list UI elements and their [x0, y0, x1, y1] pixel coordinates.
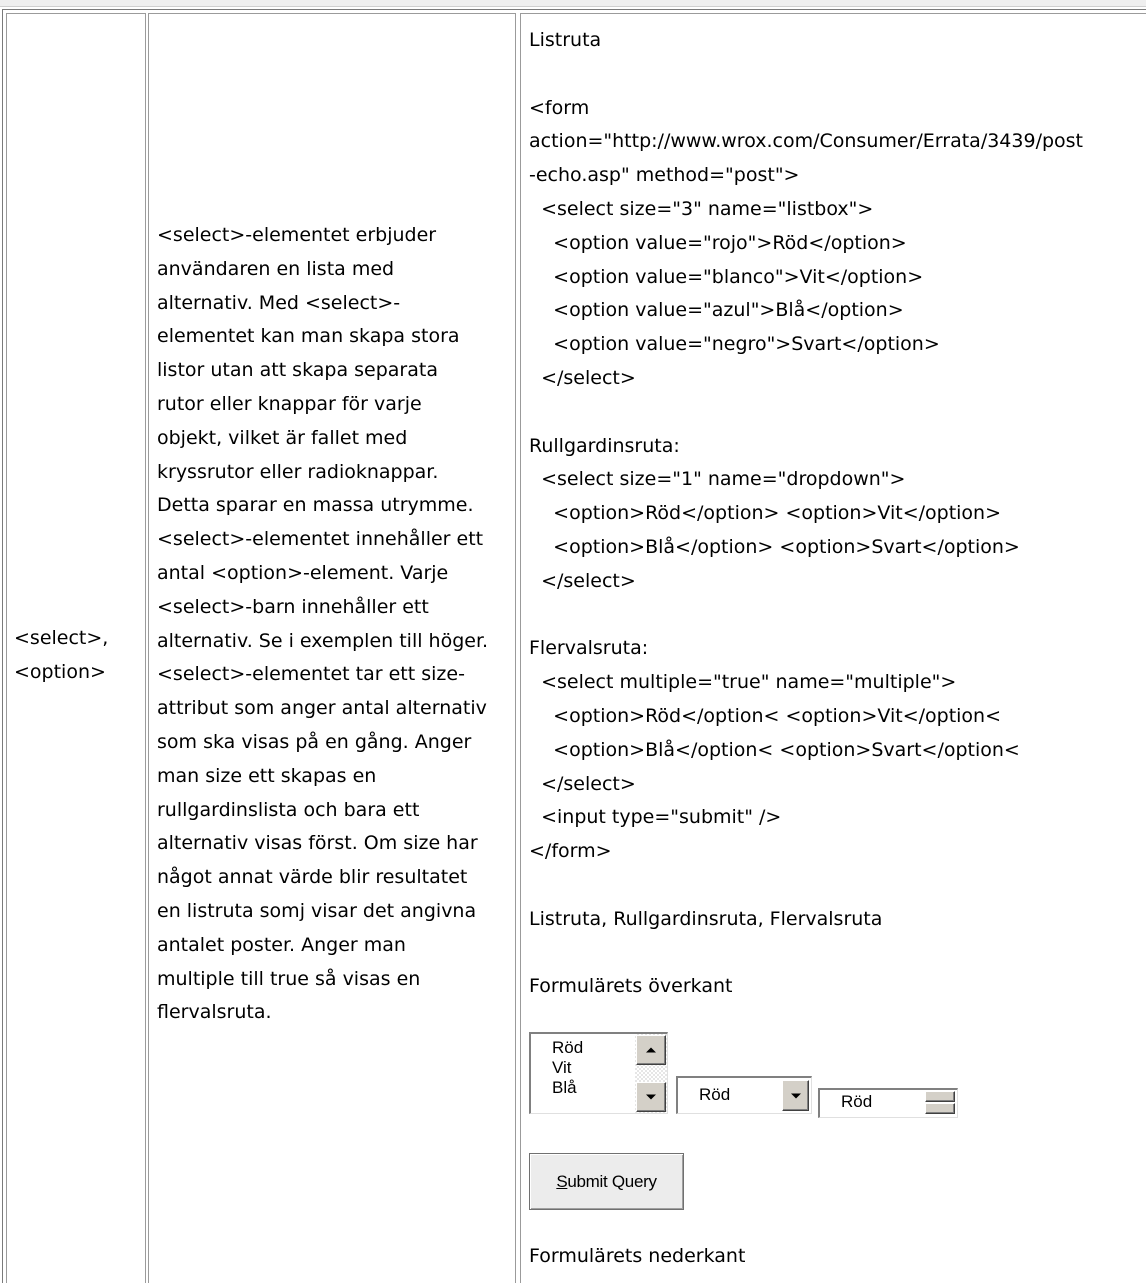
example-line: </select> [529, 367, 636, 389]
scroll-down-button[interactable] [636, 1082, 666, 1112]
example-line: <option>Röd</option< <option>Vit</option… [529, 705, 1002, 727]
example-line: <option value="azul">Blå</option> [529, 299, 904, 322]
example-line: Flervalsruta: [529, 637, 649, 660]
scroll-up-button[interactable] [636, 1035, 666, 1065]
listbox-option[interactable]: Blå [552, 1078, 577, 1098]
example-line: <form [529, 96, 590, 119]
dropdown-select[interactable]: Röd [676, 1076, 812, 1114]
example-line: <option value="negro">Svart</option> [529, 333, 940, 356]
form-bottom-label: Formulärets nederkant [529, 1245, 746, 1267]
example-line: action="http://www.wrox.com/Consumer/Err… [529, 130, 1084, 153]
example-line: </select> [529, 569, 636, 592]
example-line: <select size="3" name="listbox"> [529, 198, 874, 220]
dropdown-value: Röd [699, 1085, 731, 1104]
dropdown-button[interactable] [782, 1080, 809, 1111]
listbox-option[interactable]: Röd [552, 1038, 583, 1058]
multiple-value: Röd [841, 1092, 873, 1111]
chevron-down-icon [790, 1093, 801, 1098]
submit-access-key: S [556, 1171, 568, 1191]
arrow-down-icon [646, 1094, 656, 1100]
example-line: </select> [529, 772, 636, 795]
spin-down-button[interactable] [925, 1103, 955, 1114]
example-line: <option>Blå</option< <option>Svart</opti… [529, 738, 1020, 761]
example-line: <option>Blå</option> <option>Svart</opti… [529, 536, 1020, 558]
example-line: Formulärets överkant [529, 975, 733, 998]
listbox-option[interactable]: Vit [552, 1058, 572, 1078]
example-line: <select multiple="true" name="multiple"> [529, 671, 957, 694]
example-line: <input type="submit" /> [529, 806, 782, 829]
window-top-bar [0, 0, 1146, 7]
example-line: </form> [529, 840, 612, 863]
example-line: <option value="rojo">Röd</option> [529, 231, 907, 254]
spin-up-button[interactable] [925, 1091, 955, 1102]
example-line: Listruta [529, 29, 602, 51]
listbox-select[interactable]: Röd Vit Blå [529, 1032, 668, 1114]
example-line: <option>Röd</option> <option>Vit</option… [529, 502, 1002, 525]
submit-label: ubmit Query [567, 1171, 657, 1191]
multiple-select[interactable]: Röd [818, 1088, 958, 1118]
example-line: -echo.asp" method="post"> [529, 164, 800, 187]
submit-query-button[interactable]: Submit Query [529, 1153, 684, 1210]
arrow-up-icon [646, 1047, 656, 1053]
example-line: Rullgardinsruta: [529, 434, 680, 457]
description-text: <select>-elementet erbjuder användaren e… [157, 224, 489, 1024]
example-line: Listruta, Rullgardinsruta, Flervalsruta [529, 907, 883, 930]
example-line: <select size="1" name="dropdown"> [529, 468, 906, 491]
element-label: <select>, <option> [14, 627, 109, 683]
example-line: <option value="blanco">Vit</option> [529, 265, 924, 288]
